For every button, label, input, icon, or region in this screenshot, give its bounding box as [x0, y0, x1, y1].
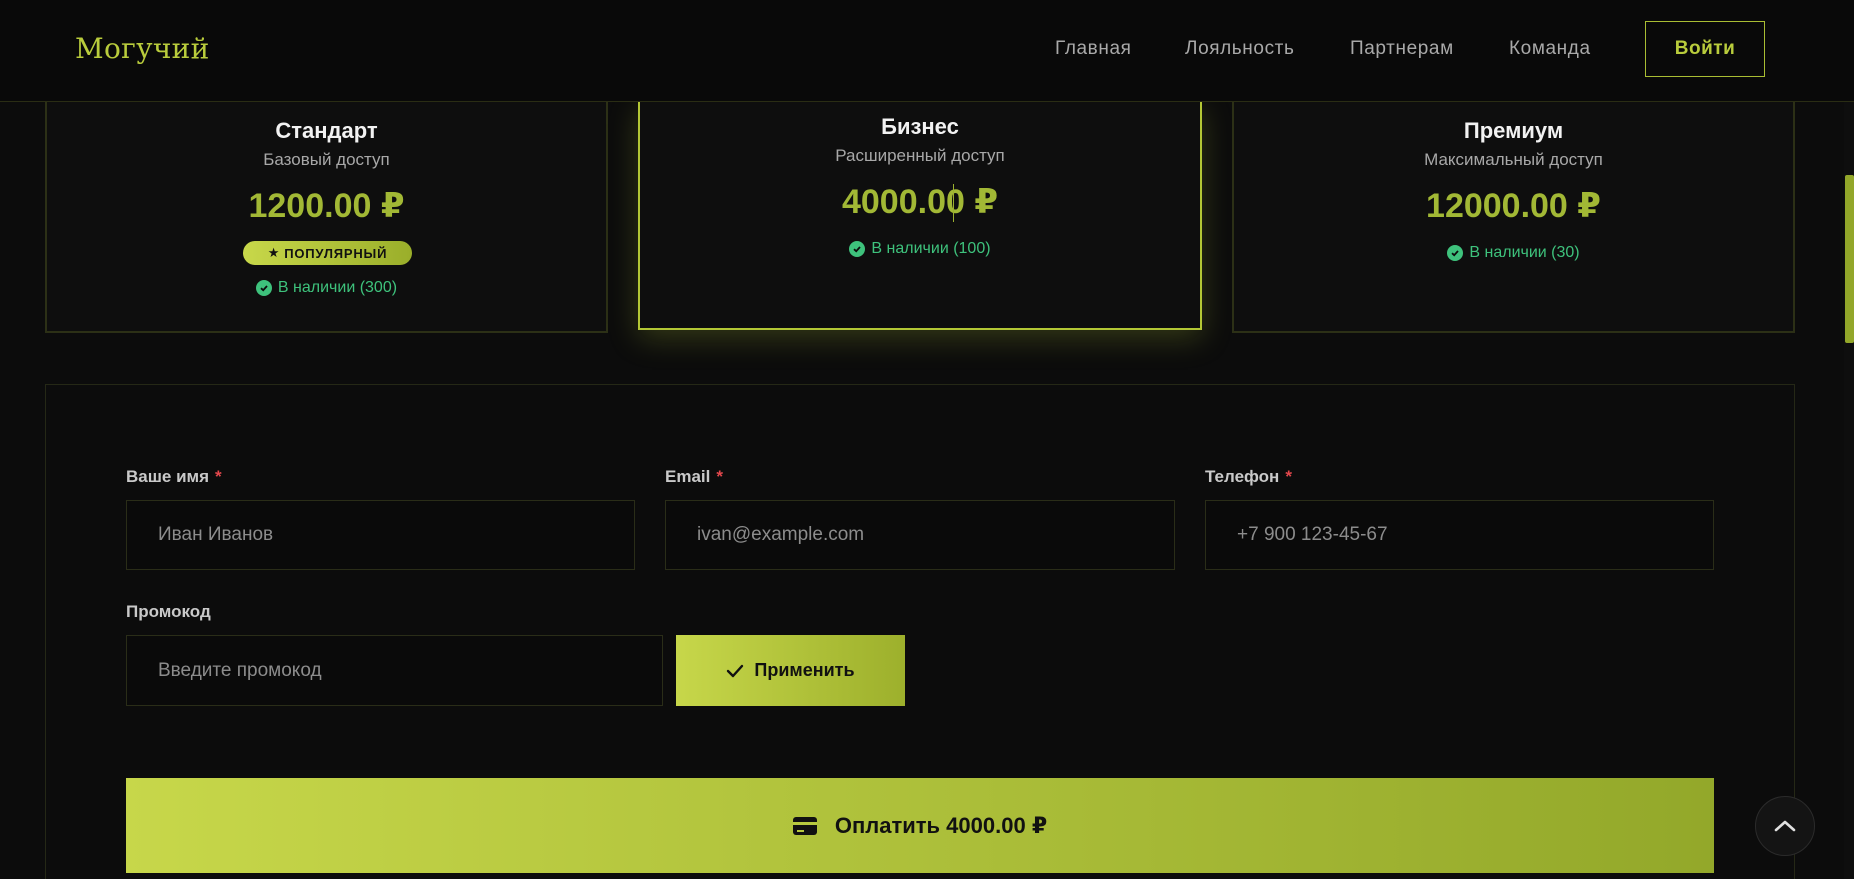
- stock-label: В наличии (30): [1469, 244, 1580, 261]
- plan-name: Стандарт: [275, 118, 378, 143]
- plan-name: Бизнес: [881, 114, 959, 139]
- phone-field[interactable]: +7 900 123-45-67: [1205, 500, 1714, 570]
- phone-label-text: Телефон: [1205, 467, 1280, 486]
- nav-item-team[interactable]: Команда: [1509, 38, 1591, 60]
- logo[interactable]: Могучий: [75, 32, 210, 65]
- check-circle-icon: [255, 280, 272, 296]
- credit-card-icon: [792, 816, 817, 835]
- plan-price: 1200.00 ₽: [248, 187, 405, 225]
- checkmark-icon: [727, 664, 744, 677]
- plan-price: 12000.00 ₽: [1426, 187, 1601, 225]
- check-circle-icon: [1447, 245, 1464, 261]
- scroll-to-top-button[interactable]: [1755, 796, 1815, 856]
- stock-label: В наличии (300): [277, 279, 398, 296]
- plan-subtitle: Базовый доступ: [263, 150, 390, 169]
- pay-label: Оплатить 4000.00 ₽: [834, 812, 1048, 838]
- plan-card-business[interactable]: Бизнес Расширенный доступ 4000.00 ₽ В на…: [638, 102, 1202, 330]
- check-circle-icon: [849, 241, 866, 257]
- plan-name: Премиум: [1463, 118, 1564, 143]
- text-cursor: [953, 184, 954, 222]
- badge-label: ПОПУЛЯРНЫЙ: [284, 245, 388, 261]
- popular-badge: ★ ПОПУЛЯРНЫЙ: [243, 241, 412, 265]
- plan-subtitle: Расширенный доступ: [835, 146, 1005, 165]
- plan-subtitle: Максимальный доступ: [1424, 150, 1603, 169]
- nav-item-loyalty[interactable]: Лояльность: [1185, 38, 1294, 60]
- required-mark: *: [215, 467, 222, 486]
- name-label-text: Ваше имя: [126, 467, 210, 486]
- site-header: Могучий Главная Лояльность Партнерам Ком…: [0, 0, 1854, 102]
- login-button[interactable]: Войти: [1645, 21, 1765, 77]
- promo-field[interactable]: Введите промокод: [126, 635, 663, 706]
- plan-card-standard[interactable]: Стандарт Базовый доступ 1200.00 ₽ ★ ПОПУ…: [45, 102, 608, 333]
- email-label-text: Email: [665, 467, 711, 486]
- name-field[interactable]: Иван Иванов: [126, 500, 635, 570]
- apply-promo-button[interactable]: Применить: [676, 635, 905, 706]
- email-field[interactable]: ivan@example.com: [665, 500, 1175, 570]
- chevron-up-icon: [1774, 820, 1796, 832]
- stock-status: В наличии (100): [640, 240, 1200, 258]
- nav-item-partners[interactable]: Партнерам: [1350, 38, 1454, 60]
- pay-button[interactable]: Оплатить 4000.00 ₽: [126, 778, 1714, 873]
- scrollbar-track[interactable]: [1844, 0, 1854, 879]
- name-label: Ваше имя *: [126, 467, 222, 487]
- nav-item-home[interactable]: Главная: [1055, 38, 1132, 60]
- promo-label: Промокод: [126, 602, 211, 621]
- email-label: Email *: [665, 467, 723, 487]
- plan-card-premium[interactable]: Премиум Максимальный доступ 12000.00 ₽ В…: [1232, 102, 1795, 333]
- star-icon: ★: [267, 245, 281, 260]
- stock-status: В наличии (30): [1234, 244, 1793, 262]
- scrollbar-thumb[interactable]: [1845, 175, 1854, 343]
- phone-label: Телефон *: [1205, 467, 1292, 487]
- stock-status: В наличии (300): [47, 279, 606, 297]
- required-mark: *: [1285, 467, 1292, 486]
- apply-label: Применить: [754, 660, 855, 680]
- plan-price: 4000.00 ₽: [841, 183, 998, 221]
- required-mark: *: [716, 467, 723, 486]
- stock-label: В наличии (100): [871, 240, 991, 257]
